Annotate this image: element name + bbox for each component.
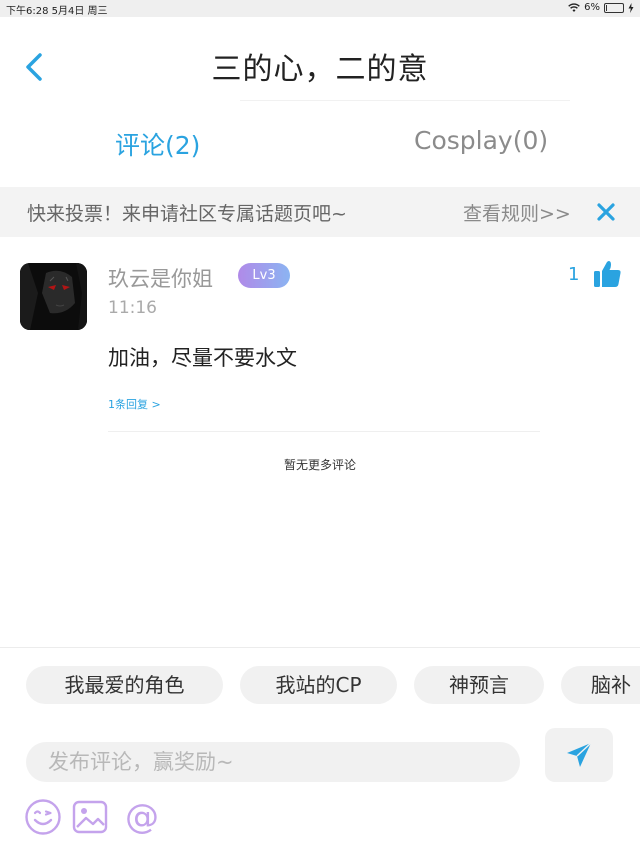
like-button[interactable] bbox=[592, 259, 622, 289]
emoji-button[interactable] bbox=[24, 798, 62, 836]
suggestion-chip[interactable]: 我站的CP bbox=[240, 666, 397, 704]
comment-username[interactable]: 玖云是你姐 bbox=[108, 263, 213, 293]
status-time-date: 下午6:28 5月4日 周三 bbox=[6, 6, 108, 17]
tab-bar: 评论(2) Cosplay(0) bbox=[0, 110, 640, 180]
suggestion-chips: 我最爱的角色 我站的CP 神预言 脑补 bbox=[0, 648, 640, 720]
comment-content: 加油，尽量不要水文 bbox=[108, 346, 297, 370]
view-rules-link[interactable]: 查看规则>> bbox=[463, 199, 571, 226]
wifi-icon bbox=[568, 2, 580, 12]
suggestion-chip[interactable]: 我最爱的角色 bbox=[26, 666, 223, 704]
emoji-icon bbox=[25, 799, 61, 835]
comment-composer: 我最爱的角色 我站的CP 神预言 脑补 @ bbox=[0, 647, 640, 854]
no-more-comments: 暂无更多评论 bbox=[283, 458, 356, 472]
avatar[interactable] bbox=[20, 263, 87, 330]
image-button[interactable] bbox=[71, 798, 109, 836]
comment-time: 11:16 bbox=[108, 298, 157, 318]
close-icon bbox=[597, 203, 615, 221]
at-sign-icon: @ bbox=[125, 797, 159, 837]
page-title: 三的心，二的意 bbox=[211, 52, 429, 87]
navigation-bar: 三的心，二的意 bbox=[0, 17, 640, 101]
topic-banner: 快来投票！来申请社区专属话题页吧~ 查看规则>> bbox=[0, 187, 640, 237]
mention-button[interactable]: @ bbox=[123, 797, 161, 837]
divider bbox=[108, 431, 540, 432]
send-icon bbox=[567, 742, 592, 767]
svg-text:@: @ bbox=[125, 798, 159, 836]
banner-close-button[interactable] bbox=[594, 200, 618, 224]
tab-comments[interactable]: 评论(2) bbox=[115, 126, 200, 162]
avatar-image bbox=[20, 263, 87, 330]
comment-item: 玖云是你姐 Lv3 11:16 1 加油，尽量不要水文 1条回复 > bbox=[0, 245, 640, 435]
suggestion-chip[interactable]: 神预言 bbox=[414, 666, 544, 704]
send-button[interactable] bbox=[545, 728, 613, 782]
view-replies-link[interactable]: 1条回复 > bbox=[108, 396, 161, 412]
battery-icon bbox=[604, 2, 624, 13]
like-count: 1 bbox=[568, 264, 580, 285]
status-right: 6% bbox=[568, 2, 634, 13]
battery-percent: 6% bbox=[584, 2, 600, 13]
banner-text: 快来投票！来申请社区专属话题页吧~ bbox=[27, 203, 347, 225]
image-icon bbox=[72, 800, 108, 834]
suggestion-chip[interactable]: 脑补 bbox=[561, 666, 640, 704]
divider bbox=[240, 100, 570, 101]
charging-icon bbox=[628, 2, 634, 13]
thumbs-up-icon bbox=[594, 261, 621, 287]
tab-cosplay[interactable]: Cosplay(0) bbox=[414, 126, 548, 155]
status-bar: 下午6:28 5月4日 周三 6% bbox=[0, 0, 640, 17]
comment-input[interactable] bbox=[26, 742, 520, 782]
level-badge: Lv3 bbox=[238, 263, 290, 288]
